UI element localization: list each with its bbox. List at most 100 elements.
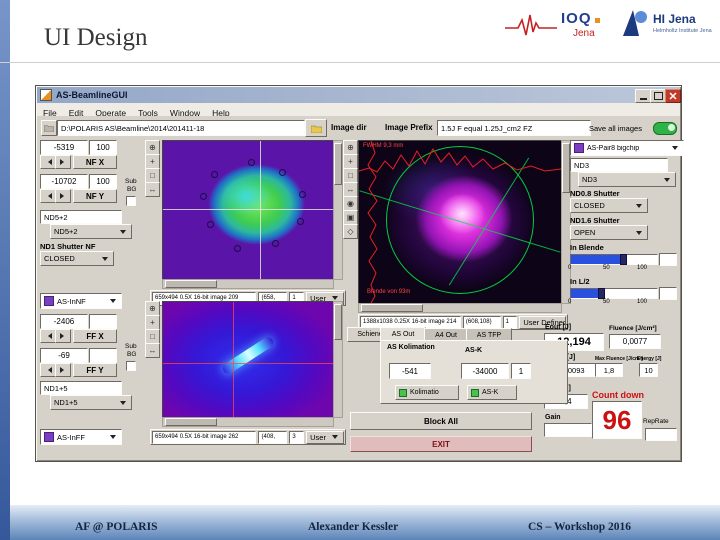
minimize-button[interactable] [635,89,651,103]
ask-step-field[interactable]: 1 [511,363,531,379]
ff-y-axis-button[interactable]: FF Y [73,363,117,377]
exit-button[interactable]: EXIT [350,436,532,452]
slider-thumb[interactable] [598,288,605,299]
block-all-button[interactable]: Block All [350,412,532,430]
ff-y-step-field[interactable] [89,348,117,363]
crosshair-tool-button[interactable]: + [145,315,160,330]
zoom-tool-button[interactable]: ⊕ [145,301,160,316]
ff-y-increment-button[interactable] [55,363,71,377]
ask-button[interactable]: AS-K [467,385,517,400]
nd16-shutter-select[interactable]: OPEN [570,225,648,240]
l2-slider[interactable] [570,288,658,299]
nd08-shutter-label: ND0.8 Shutter [570,189,620,198]
hi-jena-icon [623,10,647,36]
nd08-shutter-select[interactable]: CLOSED [570,198,648,213]
roi-tool-button[interactable]: ◉ [343,196,358,211]
crosshair-tool-button[interactable]: + [145,154,160,169]
nf-camera-select[interactable]: AS-InNF [40,293,122,309]
roi-marker[interactable] [207,221,215,229]
slider-fill [571,255,623,264]
nf-nd-select[interactable]: ND5+2 [50,224,132,239]
image-prefix-field[interactable]: 1.5J F equal 1.25J_cm2 FZ [437,120,591,136]
nf-shutter-select[interactable]: CLOSED [40,251,114,266]
roi-marker[interactable] [299,190,306,198]
nf-x-value-field[interactable]: -5319 [40,140,88,155]
energy-value[interactable]: 10 [639,363,658,377]
pan-tool-button[interactable]: ↔ [145,182,160,197]
reprate-field[interactable] [645,428,677,441]
roi-marker[interactable] [210,171,218,179]
ff-y-value-field[interactable]: -69 [40,348,88,363]
pan-tool-button[interactable]: ↔ [145,343,160,358]
main-horizontal-scrollbar[interactable] [358,303,562,313]
ff-x-axis-button[interactable]: FF X [73,329,117,343]
nf-x-step-field[interactable]: 100 [89,140,117,155]
pan-tool-button[interactable]: ↔ [343,182,358,197]
browse-folder-button[interactable] [305,119,327,137]
close-button[interactable] [665,89,681,103]
nf-beam-image[interactable] [162,140,334,280]
nf-horizontal-scrollbar[interactable] [162,279,334,289]
nf-y-value-field[interactable]: -10702 [40,174,88,189]
nf-x-decrement-button[interactable] [40,155,56,169]
ff-y-decrement-button[interactable] [40,363,56,377]
roi-marker[interactable] [234,244,242,252]
kolimatio-button[interactable]: Kolimatio [395,385,459,400]
ask-value-field[interactable]: -34000 [461,363,509,379]
main-beam-image[interactable]: FWHM 9,3 mm Blende von 93m [358,140,562,304]
right-nd-select[interactable]: ND3 [578,172,676,187]
save-all-toggle[interactable] [653,122,677,135]
l2-value-field[interactable] [659,287,677,300]
nf-y-decrement-button[interactable] [40,189,56,203]
blende-value-field[interactable] [659,253,677,266]
roi-marker[interactable] [278,168,286,176]
ff-subbg-checkbox[interactable] [126,361,136,371]
ff-user-select[interactable]: User [306,430,345,444]
ff-nd-select[interactable]: ND1+5 [50,395,132,410]
nf-sub-label: Sub [125,178,137,185]
kolimation-label: AS Kolimation [387,344,435,351]
nf-x-axis-button[interactable]: NF X [73,155,117,169]
max-fluence-label: Max Fluence [J/cm²] [595,356,643,362]
nf-subbg-checkbox[interactable] [126,196,136,206]
ff-x-decrement-button[interactable] [40,329,56,343]
ff-image-info: 659x494 0.5X 16-bit image 262 [152,430,257,444]
tick-label: 50 [603,265,610,271]
ff-image-infobar: 659x494 0.5X 16-bit image 262 (408, 3 Us… [150,429,346,445]
maximize-button[interactable] [650,89,666,103]
main-camera-select[interactable]: AS-Pair8 bigchip [570,140,684,156]
ff-vertical-scrollbar[interactable] [333,301,343,418]
select-tool-button[interactable]: □ [145,168,160,183]
nf-y-increment-button[interactable] [55,189,71,203]
select-tool-button[interactable]: □ [343,168,358,183]
gain-field[interactable] [544,423,592,437]
blende-slider[interactable] [570,254,658,265]
chevron-down-icon [110,299,116,306]
ff-x-value-field[interactable]: -2406 [40,314,88,329]
chevron-down-icon [110,435,116,442]
nf-y-step-field[interactable]: 100 [89,174,117,189]
nf-x-increment-button[interactable] [55,155,71,169]
roi-marker[interactable] [248,158,255,166]
zoom-tool-button[interactable]: ⊕ [145,140,160,155]
ff-horizontal-scrollbar[interactable] [162,417,334,427]
select-tool-button[interactable]: □ [145,329,160,344]
kolimation-value-field[interactable]: -541 [389,363,431,379]
ff-beam-image[interactable] [162,301,334,418]
nf-y-axis-button[interactable]: NF Y [73,189,117,203]
path-field[interactable]: D:\POLARIS AS\Beamline\2014\201411-18 [57,120,305,136]
rectangle-tool-button[interactable]: ▣ [343,210,358,225]
roi-marker[interactable] [271,240,279,248]
crosshair-tool-button[interactable]: + [343,154,358,169]
nf-vertical-scrollbar[interactable] [333,140,343,280]
countdown-label: Count down [592,390,644,400]
roi-marker[interactable] [297,218,305,226]
slider-thumb[interactable] [620,254,627,265]
ff-x-increment-button[interactable] [55,329,71,343]
line-tool-button[interactable]: ◇ [343,224,358,239]
window-titlebar[interactable]: AS-BeamlineGUI [37,87,681,103]
zoom-tool-button[interactable]: ⊕ [343,140,358,155]
roi-marker[interactable] [200,193,208,201]
ff-x-step-field[interactable] [89,314,117,329]
ff-camera-select[interactable]: AS-InFF [40,429,122,445]
